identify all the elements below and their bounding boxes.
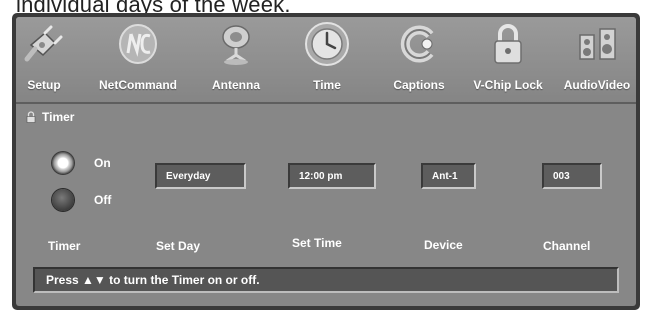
set-day-field[interactable]: Everyday [155,163,246,189]
timer-section-title: Timer [26,110,74,124]
timer-on-radio[interactable] [52,152,74,174]
timer-section: Timer On Off Everyday 12:00 pm Ant-1 003… [16,104,636,254]
menu-item-vchip-lock[interactable]: V-Chip Lock [464,19,552,99]
captions-c-icon [400,25,434,63]
netcommand-logo-icon [119,24,157,64]
channel-field[interactable]: 003 [542,163,602,189]
satellite-dish-icon [222,25,250,65]
timer-off-radio[interactable] [52,189,74,211]
lock-icon [26,111,36,123]
menu-label-netcommand: NetCommand [98,78,177,92]
timer-on-label: On [94,156,111,170]
osd-panel: Setup NetCommand Antenna Time Captions V… [16,17,636,306]
plug-icon [24,25,63,62]
menu-item-setup[interactable]: Setup [16,19,72,99]
menu-label-time: Time [313,78,341,92]
device-field[interactable]: Ant-1 [421,163,476,189]
menu-label-audiovideo: AudioVideo [563,78,631,92]
menu-item-antenna[interactable]: Antenna [204,19,268,99]
timer-column-label: Timer [48,239,81,253]
timer-title: Timer [42,110,75,124]
clock-icon [305,22,349,66]
set-time-field[interactable]: 12:00 pm [288,163,376,189]
channel-column-label: Channel [543,239,591,253]
menu-label-captions: Captions [393,78,445,92]
menu-label-antenna: Antenna [212,78,260,92]
device-column-label: Device [424,238,463,252]
menu-item-captions[interactable]: Captions [382,19,456,99]
menu-label-vchip-lock: V-Chip Lock [473,78,543,92]
speakers-icon [579,28,616,60]
menu-item-audiovideo[interactable]: AudioVideo [558,19,636,99]
set-day-column-label: Set Day [156,239,201,253]
menu-item-time[interactable]: Time [294,19,360,99]
menu-bar: Setup NetCommand Antenna Time Captions V… [16,17,636,104]
menu-item-netcommand[interactable]: NetCommand [90,19,186,99]
set-time-column-label: Set Time [292,236,342,250]
timer-off-label: Off [94,193,112,207]
menu-label-setup: Setup [27,78,61,92]
padlock-icon [494,24,522,64]
status-hint-bar: Press ▲▼ to turn the Timer on or off. [33,267,619,293]
